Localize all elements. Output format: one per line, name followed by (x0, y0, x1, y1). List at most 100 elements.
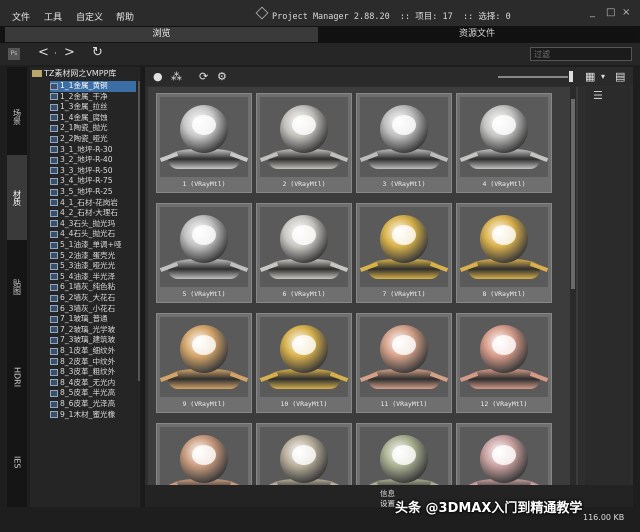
tree-item[interactable]: 5_3油漆_哑光光 (50, 261, 136, 272)
maximize-button[interactable]: □ (606, 7, 615, 18)
material-tile[interactable]: 3 (VRayMtl) (356, 93, 452, 193)
tree-item[interactable]: 6_2墙灰_大花石 (50, 293, 136, 304)
material-tile[interactable]: 1 (VRayMtl) (156, 93, 252, 193)
material-tile[interactable]: 12 (VRayMtl) (456, 313, 552, 413)
material-tile[interactable]: 5 (VRayMtl) (156, 203, 252, 303)
material-tile[interactable]: 4 (VRayMtl) (456, 93, 552, 193)
refresh-button[interactable]: ↻ (92, 45, 103, 60)
list-menu-icon[interactable]: ☰ (593, 89, 603, 102)
menu-tools[interactable]: 工具 (44, 10, 62, 23)
tab-browse[interactable]: 浏览 (5, 27, 318, 42)
tree-item-label: 8_5皮革_半光高 (60, 388, 116, 398)
tree-item[interactable]: 5_1油漆_单调+哑 (50, 240, 136, 251)
grid-view-icon[interactable]: ▦ (585, 70, 595, 83)
material-caption: 12 (VRayMtl) (480, 400, 528, 408)
tree-item[interactable]: 6_1墙灰_纯色粘 (50, 282, 136, 293)
tree-item[interactable]: 3_4_地坪-R-75 (50, 176, 136, 187)
minimize-button[interactable]: _ (590, 7, 595, 18)
menu-file[interactable]: 文件 (12, 10, 30, 23)
grid-scroll-thumb[interactable] (571, 99, 575, 289)
material-tile[interactable]: 11 (VRayMtl) (356, 313, 452, 413)
material-library-icon (50, 336, 58, 344)
tree-item[interactable]: 1_4金属_腐蚀 (50, 113, 136, 124)
sphere-highlight (292, 335, 316, 355)
forward-button[interactable]: > (64, 45, 75, 60)
tree-item[interactable]: 9_1木材_蜜光橡 (50, 410, 136, 421)
material-group-icon[interactable]: ⁂ (171, 70, 182, 83)
material-tile[interactable]: 7 (VRayMtl) (356, 203, 452, 303)
history-dropdown[interactable]: · (54, 49, 57, 59)
tree-item[interactable]: 4_3石头_抛光玛 (50, 219, 136, 230)
tree-item[interactable]: 8_4皮革_无光内 (50, 378, 136, 389)
side-tab-scenes[interactable]: 场景 (7, 87, 27, 147)
material-preview (360, 207, 448, 287)
tree-item[interactable]: 2_2陶瓷_哑光 (50, 134, 136, 145)
material-preview (160, 317, 248, 397)
back-button[interactable]: < (38, 45, 49, 60)
tree-item[interactable]: 4_2_石材-大理石 (50, 208, 136, 219)
material-tile[interactable]: 6 (VRayMtl) (256, 203, 352, 303)
tree-item-label: 1_3金属_拉丝 (60, 102, 108, 112)
tree-item[interactable]: 3_1_地坪-R-30 (50, 145, 136, 156)
side-tab-hdri[interactable]: HDRI (7, 337, 27, 417)
side-tab-ies[interactable]: IES (7, 427, 27, 497)
tree-scrollbar[interactable] (138, 81, 140, 381)
tree-item[interactable]: 7_2玻璃_光学玻 (50, 325, 136, 336)
menu-help[interactable]: 帮助 (116, 10, 134, 23)
material-tile[interactable] (256, 423, 352, 487)
tree-item[interactable]: 1_1金属_黄铜 (50, 81, 136, 92)
tree-item[interactable]: 1_3金属_拉丝 (50, 102, 136, 113)
material-tile[interactable] (356, 423, 452, 487)
tree-item[interactable]: 2_1陶瓷_抛光 (50, 123, 136, 134)
photoshop-icon[interactable]: Ps (8, 48, 20, 60)
slider-thumb[interactable] (569, 71, 573, 82)
material-caption: 6 (VRayMtl) (282, 290, 326, 298)
menu-customize[interactable]: 自定义 (76, 10, 103, 23)
side-tab-materials[interactable]: 材质 (7, 155, 27, 240)
material-tile[interactable]: 8 (VRayMtl) (456, 203, 552, 303)
tree-item[interactable]: 4_1_石材-花岗岩 (50, 198, 136, 209)
material-tile[interactable] (156, 423, 252, 487)
material-preview (460, 207, 548, 287)
tree-item-label: 8_1皮革_细纹外 (60, 346, 116, 355)
app-title: Project Manager 2.88.20 :: 项目: 17 :: 选择:… (272, 12, 511, 22)
close-button[interactable]: × (622, 7, 630, 18)
tree-item[interactable]: 8_6皮革_光泽高 (50, 399, 136, 410)
update-icon[interactable]: ⟳ (199, 70, 208, 83)
tree-item[interactable]: 7_3玻璃_建筑玻 (50, 335, 136, 346)
tree-item[interactable]: 6_3墙灰_小花石 (50, 304, 136, 315)
tree-item-label: 3_3_地坪-R-50 (60, 165, 113, 175)
tree-item[interactable]: 5_2油漆_蛋壳光 (50, 251, 136, 262)
tree-item[interactable]: 8_5皮革_半光高 (50, 388, 136, 399)
material-sphere-icon[interactable]: ● (153, 70, 163, 83)
side-tab-maps[interactable]: 贴图 (7, 247, 27, 327)
tree-root[interactable]: TZ素材网之VMPP库 (32, 68, 116, 80)
tree-item-label: 2_2陶瓷_哑光 (60, 134, 108, 143)
material-library-icon (50, 294, 58, 302)
view-dropdown-icon[interactable]: ▾ (601, 72, 605, 81)
filter-input[interactable] (530, 47, 632, 61)
tree-item-label: 8_3皮革_粗纹外 (60, 367, 116, 377)
options-icon[interactable]: ▤ (615, 70, 625, 83)
tab-resource-files[interactable]: 资源文件 (320, 27, 634, 42)
sphere-highlight (292, 225, 316, 245)
material-tile[interactable] (456, 423, 552, 487)
tree-item[interactable]: 8_1皮革_细纹外 (50, 346, 136, 357)
material-tile[interactable]: 10 (VRayMtl) (256, 313, 352, 413)
tree-item[interactable]: 5_4油漆_半光泽 (50, 272, 136, 283)
material-tile[interactable]: 2 (VRayMtl) (256, 93, 352, 193)
tree-item[interactable]: 4_4石头_抛光石 (50, 229, 136, 240)
thumbnail-size-slider[interactable] (498, 76, 568, 78)
tree-item[interactable]: 8_2皮革_中纹外 (50, 357, 136, 368)
material-tile[interactable]: 9 (VRayMtl) (156, 313, 252, 413)
material-caption: 8 (VRayMtl) (482, 290, 526, 298)
material-preview (460, 427, 548, 487)
tree-item[interactable]: 3_5_地坪-R-25 (50, 187, 136, 198)
tree-item[interactable]: 1_2金属_干净 (50, 92, 136, 103)
tree-item[interactable]: 3_2_地坪-R-40 (50, 155, 136, 166)
tree-item[interactable]: 3_3_地坪-R-50 (50, 166, 136, 177)
tree-item-label: 8_4皮革_无光内 (60, 377, 116, 387)
render-icon[interactable]: ⚙ (217, 70, 227, 83)
tree-item[interactable]: 7_1玻璃_普通 (50, 314, 136, 325)
tree-item[interactable]: 8_3皮革_粗纹外 (50, 367, 136, 378)
